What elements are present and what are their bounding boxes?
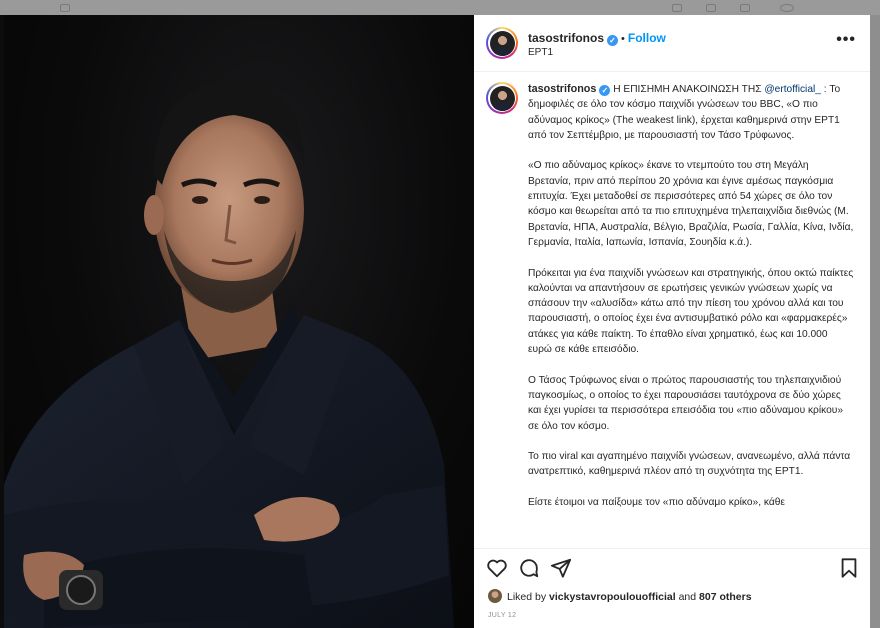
caption-paragraph: «Ο πιο αδύναμος κρίκος» έκανε το ντεμπού… — [528, 160, 854, 248]
extension-icon — [672, 4, 682, 12]
caption-paragraph: Ο Τάσος Τρύφωνος είναι ο πρώτος παρουσια… — [528, 374, 843, 432]
likes-prefix: Liked by — [507, 591, 550, 603]
caption-scroll-area[interactable]: tasostrifonos ✓ Η ΕΠΙΣΗΜΗ ΑΝΑΚΟΙΝΩΣΗ ΤΗΣ … — [474, 72, 870, 548]
liker-avatar[interactable] — [488, 589, 502, 603]
likes-others-link[interactable]: 807 others — [699, 591, 752, 603]
caption-intro-text: Η ΕΠΙΣΗΜΗ ΑΝΑΚΟΙΝΩΣΗ ΤΗΣ — [610, 84, 765, 95]
follow-button[interactable]: Follow — [628, 31, 666, 45]
mention-link[interactable]: @ertofficial_ — [764, 84, 821, 95]
extension-icon — [706, 4, 716, 12]
bookmark-icon[interactable] — [838, 557, 860, 579]
heart-icon[interactable] — [486, 557, 508, 579]
tab-icon — [60, 4, 70, 12]
likes-summary: Liked by vickystavropoulouofficial and 8… — [488, 589, 752, 603]
share-icon[interactable] — [550, 557, 572, 579]
overlay-gutter — [870, 15, 880, 628]
verified-badge-icon: ✓ — [607, 35, 619, 46]
post-header: tasostrifonos ✓ • Follow ΕΡΤ1 ••• — [474, 15, 870, 72]
more-options-icon[interactable]: ••• — [836, 31, 856, 49]
caption-paragraph: Το πιο viral και αγαπημένο παιχνίδι γνώσ… — [528, 451, 851, 478]
extension-icon — [740, 4, 750, 12]
location-link[interactable]: ΕΡΤ1 — [528, 47, 553, 58]
post-image[interactable] — [4, 15, 474, 628]
likes-middle: and — [675, 591, 700, 603]
caption-intro: tasostrifonos ✓ Η ΕΠΙΣΗΜΗ ΑΝΑΚΟΙΝΩΣΗ ΤΗΣ … — [528, 82, 854, 143]
header-user-line: tasostrifonos ✓ • Follow — [528, 29, 666, 47]
post-details-panel: tasostrifonos ✓ • Follow ΕΡΤ1 ••• tasostrif… — [474, 15, 870, 628]
liker-username-link[interactable]: vickystavropoulouofficial — [549, 591, 676, 603]
avatar[interactable] — [486, 27, 518, 59]
separator: • — [621, 33, 625, 45]
portrait-illustration — [4, 80, 454, 628]
avatar[interactable] — [486, 82, 518, 114]
post-actions: Liked by vickystavropoulouofficial and 8… — [474, 548, 870, 628]
username-link[interactable]: tasostrifonos — [528, 31, 604, 45]
verified-badge-icon: ✓ — [599, 85, 611, 96]
comment-icon[interactable] — [518, 557, 540, 579]
post-caption: tasostrifonos ✓ Η ΕΠΙΣΗΜΗ ΑΝΑΚΟΙΝΩΣΗ ΤΗΣ … — [528, 82, 854, 526]
caption-paragraph: Πρόκειται για ένα παιχνίδι γνώσεων και σ… — [528, 267, 854, 356]
profile-icon — [780, 4, 794, 12]
caption-username[interactable]: tasostrifonos — [528, 83, 596, 95]
post-date[interactable]: JULY 12 — [488, 612, 516, 619]
caption-paragraph: Είστε έτοιμοι να παίξουμε τον «πιο αδύνα… — [528, 497, 785, 509]
browser-strip-dimmed — [0, 0, 880, 15]
